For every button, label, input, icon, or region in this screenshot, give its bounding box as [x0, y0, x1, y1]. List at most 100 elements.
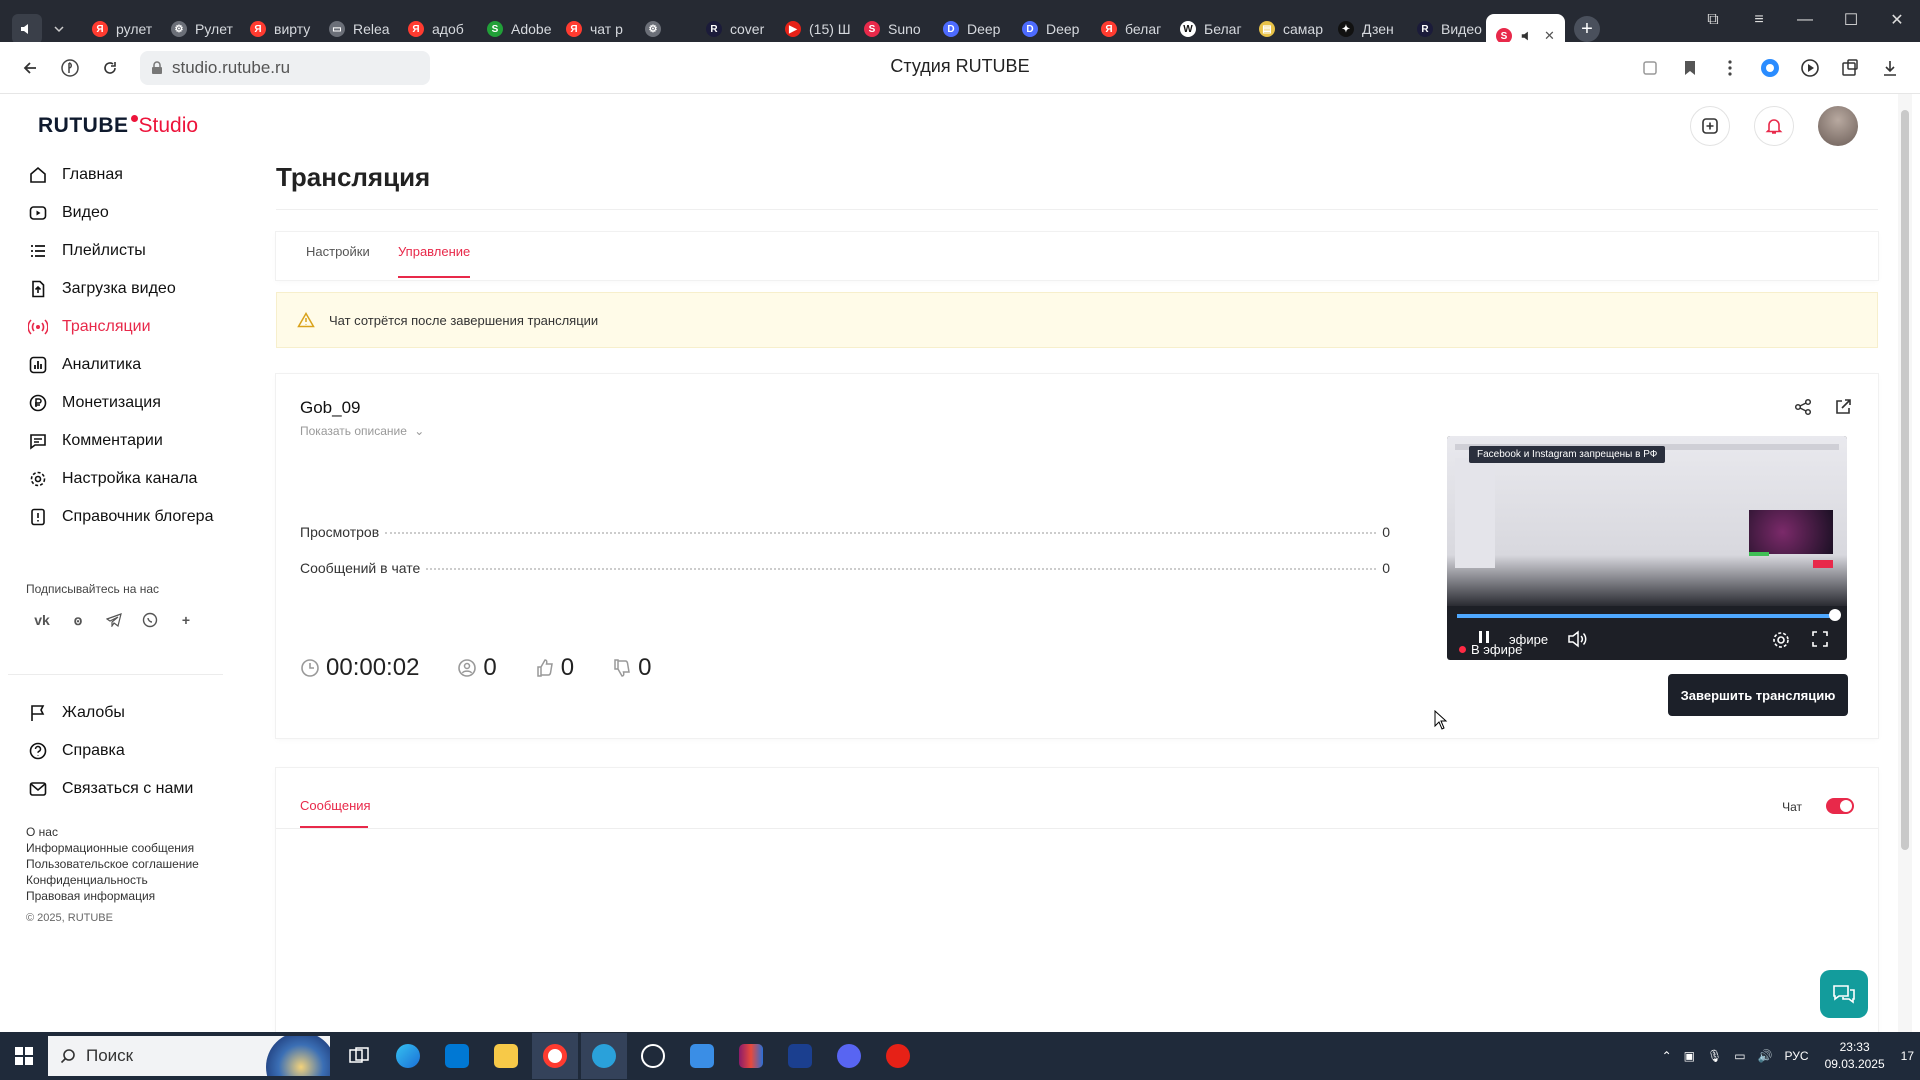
- share-icon[interactable]: [1794, 398, 1812, 416]
- discord-icon[interactable]: [826, 1033, 872, 1079]
- network-icon[interactable]: ▣: [1684, 1049, 1695, 1063]
- player-progress-knob[interactable]: [1829, 609, 1841, 621]
- sound-icon[interactable]: [12, 14, 42, 44]
- chat-toggle[interactable]: [1826, 798, 1854, 814]
- vk-icon[interactable]: vk: [30, 608, 54, 632]
- notifications-button[interactable]: [1754, 106, 1794, 146]
- show-description-toggle[interactable]: Показать описание ⌄: [300, 424, 424, 438]
- sidebar-item-help[interactable]: Справка: [28, 732, 228, 770]
- add-content-button[interactable]: [1690, 106, 1730, 146]
- tab-management[interactable]: Управление: [398, 244, 470, 259]
- more-icon[interactable]: +: [174, 608, 198, 632]
- davinci-icon[interactable]: [777, 1033, 823, 1079]
- maximize-button[interactable]: ☐: [1828, 10, 1874, 30]
- url-field[interactable]: studio.rutube.ru: [140, 50, 430, 85]
- viber-icon[interactable]: [138, 608, 162, 632]
- support-chat-button[interactable]: [1820, 970, 1868, 1018]
- sidebar-item-label: Загрузка видео: [62, 280, 176, 297]
- external-link-icon[interactable]: [1834, 398, 1852, 416]
- rutube-studio-logo[interactable]: RUTUBE Studio: [38, 114, 198, 138]
- download-icon[interactable]: [1870, 48, 1910, 88]
- speaker-tray-icon[interactable]: 🔊: [1758, 1049, 1773, 1063]
- broadcast-icon: [28, 317, 48, 337]
- sidebar-item-video[interactable]: Видео: [28, 194, 228, 232]
- language-indicator[interactable]: РУС: [1785, 1049, 1809, 1063]
- telegram-app-icon[interactable]: [581, 1033, 627, 1079]
- sidebar-item-blogger-guide[interactable]: Справочник блогера: [28, 498, 228, 536]
- footer-link-info[interactable]: Информационные сообщения: [26, 840, 199, 856]
- clock-app-icon[interactable]: [630, 1033, 676, 1079]
- minimize-button[interactable]: —: [1782, 11, 1828, 29]
- volume-icon[interactable]: [1567, 630, 1589, 648]
- sidebar-item-comments[interactable]: Комментарии: [28, 422, 228, 460]
- avatar[interactable]: [1818, 106, 1858, 146]
- alice-icon[interactable]: [1750, 48, 1790, 88]
- tab-label: Deep: [967, 21, 1001, 37]
- sidebar-item-label: Связаться с нами: [62, 780, 194, 797]
- store-icon[interactable]: [434, 1033, 480, 1079]
- player-progress-bar[interactable]: [1457, 614, 1835, 618]
- new-tab-button[interactable]: +: [1573, 16, 1600, 42]
- sidebar-item-analytics[interactable]: Аналитика: [28, 346, 228, 384]
- scrollbar-thumb[interactable]: [1901, 110, 1909, 850]
- task-view-icon[interactable]: [336, 1033, 382, 1079]
- sidebar-item-channel-settings[interactable]: Настройка канала: [28, 460, 228, 498]
- winrar-icon[interactable]: [728, 1033, 774, 1079]
- taskbar-search[interactable]: Поиск: [48, 1036, 330, 1076]
- chevron-down-icon[interactable]: [48, 14, 70, 44]
- sidebar-item-monetization[interactable]: Монетизация: [28, 384, 228, 422]
- tab-messages[interactable]: Сообщения: [300, 798, 371, 813]
- footer-link-privacy[interactable]: Конфиденциальность: [26, 872, 199, 888]
- media-icon[interactable]: [1790, 48, 1830, 88]
- remote-desktop-icon[interactable]: [679, 1033, 725, 1079]
- pause-icon[interactable]: [1477, 630, 1491, 644]
- end-broadcast-button[interactable]: Завершить трансляцию: [1668, 674, 1848, 716]
- footer-link-terms[interactable]: Пользовательское соглашение: [26, 856, 199, 872]
- search-icon: [60, 1048, 76, 1064]
- fullscreen-icon[interactable]: [1811, 630, 1829, 648]
- thumbs-down-icon: [612, 658, 632, 678]
- likes-value: 0: [560, 654, 575, 681]
- sidebar-item-contact[interactable]: Связаться с нами: [28, 770, 228, 808]
- sidebar-item-broadcasts[interactable]: Трансляции: [28, 308, 228, 346]
- sidebar-item-complaints[interactable]: Жалобы: [28, 694, 228, 732]
- tab-active-underline: [398, 276, 470, 278]
- notification-center-icon[interactable]: 17: [1901, 1049, 1914, 1063]
- file-explorer-icon[interactable]: [483, 1033, 529, 1079]
- microphone-icon[interactable]: 🎙: [1707, 1049, 1722, 1063]
- clock-time: 23:33: [1839, 1040, 1870, 1054]
- windows-start-icon[interactable]: [0, 1032, 48, 1080]
- yandex-browser-icon[interactable]: [532, 1033, 578, 1079]
- tab-settings[interactable]: Настройки: [306, 244, 370, 259]
- viewers-metric: 0: [457, 654, 497, 682]
- back-button[interactable]: [10, 48, 50, 88]
- youtube-app-icon[interactable]: [875, 1033, 921, 1079]
- sidebar-item-label: Комментарии: [62, 432, 163, 449]
- tab-label: чат р: [590, 21, 623, 37]
- telegram-icon[interactable]: [102, 608, 126, 632]
- clock[interactable]: 23:33 09.03.2025: [1825, 1039, 1885, 1073]
- ok-icon[interactable]: ꙩ: [66, 608, 90, 632]
- yandex-icon[interactable]: [50, 48, 90, 88]
- bookmark-icon[interactable]: [1670, 48, 1710, 88]
- sidebar-item-playlists[interactable]: Плейлисты: [28, 232, 228, 270]
- stream-preview-player[interactable]: Facebook и Instagram запрещены в РФ эфир…: [1447, 436, 1847, 660]
- sidebar-item-home[interactable]: Главная: [28, 156, 228, 194]
- chevron-up-icon[interactable]: ⌃: [1662, 1049, 1672, 1063]
- tab-label: рулет: [116, 21, 153, 37]
- menu-icon[interactable]: ≡: [1736, 11, 1782, 29]
- tab-count-icon[interactable]: [1630, 48, 1670, 88]
- edge-icon[interactable]: [385, 1033, 431, 1079]
- wifi-icon[interactable]: ▭: [1734, 1049, 1745, 1063]
- extensions-icon[interactable]: [1830, 48, 1870, 88]
- sidebar-item-upload[interactable]: Загрузка видео: [28, 270, 228, 308]
- footer-link-about[interactable]: О нас: [26, 824, 199, 840]
- bookmarks-icon[interactable]: ⧉: [1690, 11, 1736, 29]
- more-options-icon[interactable]: [1710, 48, 1750, 88]
- reload-button[interactable]: [90, 48, 130, 88]
- page-scrollbar[interactable]: [1898, 94, 1912, 1032]
- header-actions: [1666, 106, 1858, 146]
- settings-gear-icon[interactable]: [1771, 630, 1791, 650]
- footer-link-legal[interactable]: Правовая информация: [26, 888, 199, 904]
- close-window-button[interactable]: ✕: [1874, 10, 1920, 30]
